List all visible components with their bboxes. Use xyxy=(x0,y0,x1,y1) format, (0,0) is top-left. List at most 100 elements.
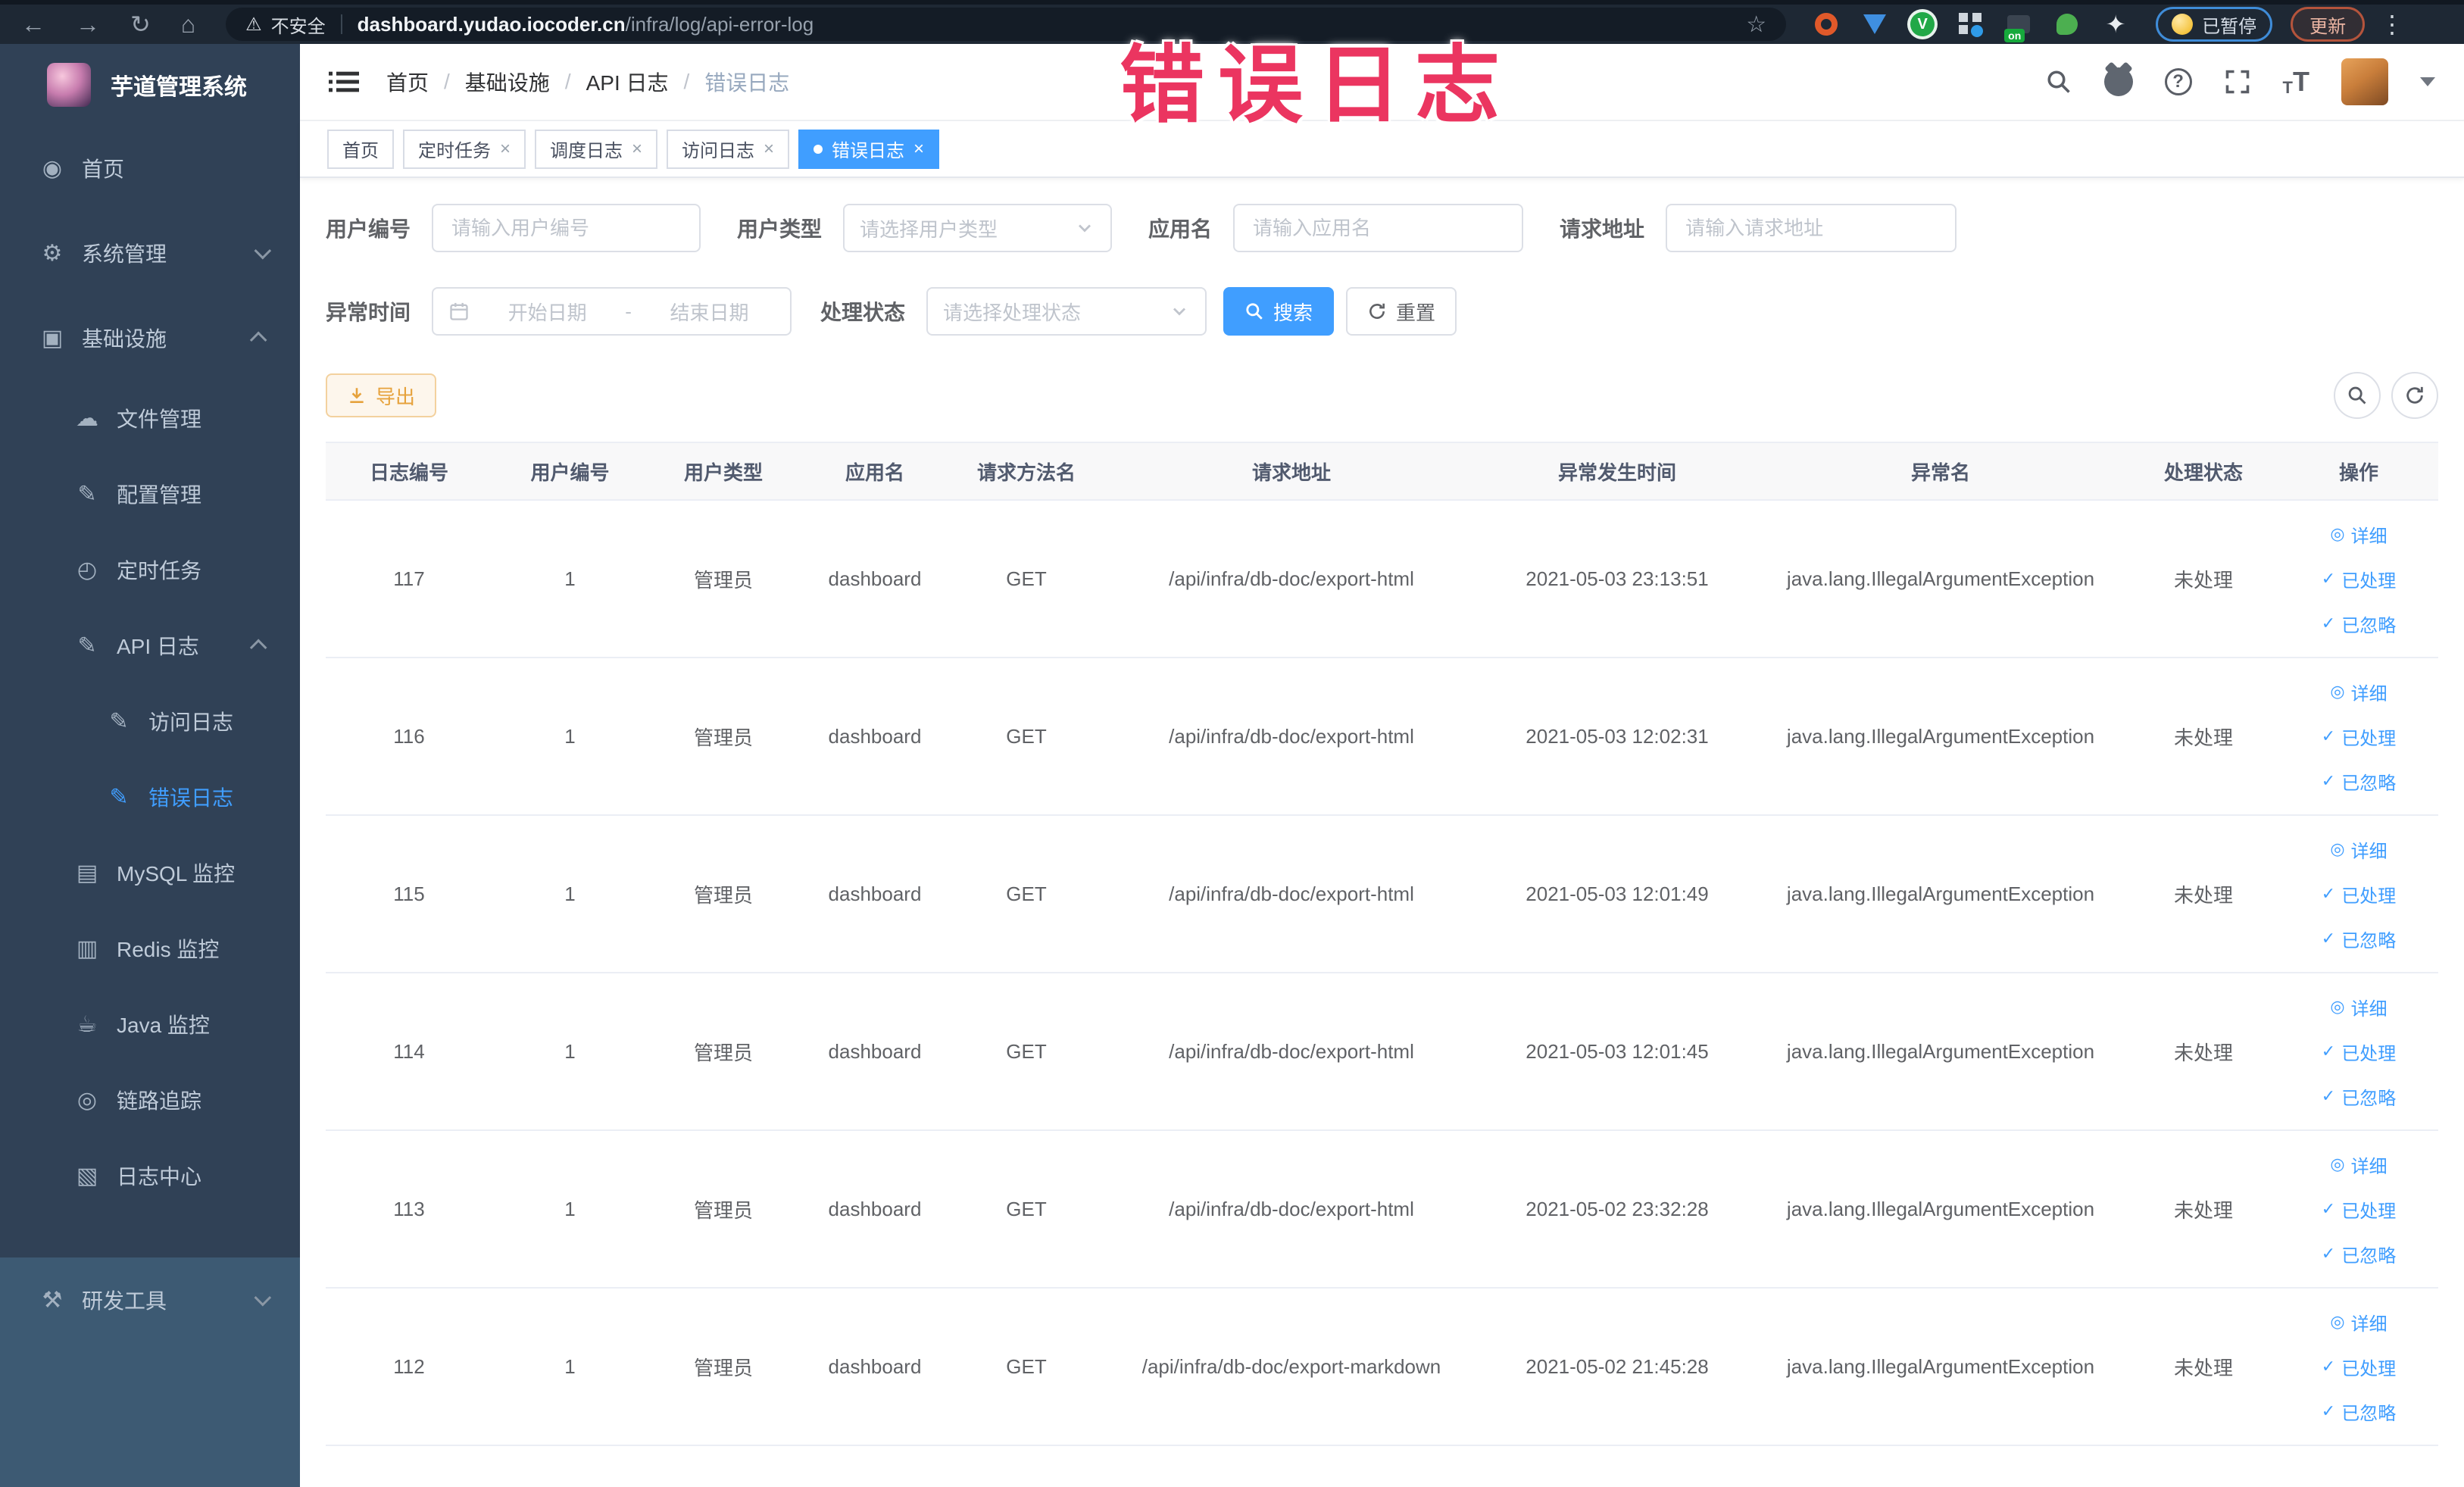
close-icon[interactable]: × xyxy=(764,139,774,158)
sidebar-toggle-icon[interactable] xyxy=(329,69,359,95)
bookmark-star-icon[interactable]: ☆ xyxy=(1746,11,1766,38)
address-bar[interactable]: ⚠ 不安全 dashboard.yudao.iocoder.cn /infra/… xyxy=(226,8,1787,41)
sidebar-item-system-management[interactable]: ⚙ 系统管理 xyxy=(0,211,300,295)
sidebar-item-file-management[interactable]: ☁ 文件管理 xyxy=(0,380,300,456)
tab-error-logs[interactable]: 错误日志 × xyxy=(798,129,940,169)
breadcrumb-infrastructure[interactable]: 基础设施 xyxy=(465,67,550,97)
mark-ignored-link[interactable]: ✓ 已忽略 xyxy=(2322,1083,2396,1110)
breadcrumb-current: 错误日志 xyxy=(704,71,790,95)
export-button[interactable]: 导出 xyxy=(326,373,437,417)
browser-menu-icon[interactable]: ⋮ xyxy=(2380,10,2404,39)
user-id-input[interactable] xyxy=(432,204,701,252)
mark-processed-link[interactable]: ✓ 已处理 xyxy=(2322,566,2396,592)
detail-link[interactable]: ◎ 详细 xyxy=(2330,836,2387,863)
search-button[interactable]: 搜索 xyxy=(1223,287,1335,336)
eye-icon: ◎ xyxy=(2330,997,2345,1016)
tab-home[interactable]: 首页 xyxy=(327,129,394,169)
edit-icon: ✎ xyxy=(77,481,97,507)
browser-reload-icon[interactable]: ↻ xyxy=(130,12,151,36)
refresh-table-button[interactable] xyxy=(2391,372,2438,419)
mark-ignored-link[interactable]: ✓ 已忽略 xyxy=(2322,1398,2396,1425)
exception-time-range-picker[interactable]: 开始日期 - 结束日期 xyxy=(432,287,792,336)
browser-back-icon[interactable]: ← xyxy=(21,12,45,36)
avatar-caret-down-icon[interactable] xyxy=(2420,77,2435,86)
sidebar-item-dev-tools[interactable]: ⚒ 研发工具 xyxy=(0,1257,300,1342)
mark-ignored-link[interactable]: ✓ 已忽略 xyxy=(2322,768,2396,795)
close-icon[interactable]: × xyxy=(913,139,924,158)
detail-link[interactable]: ◎ 详细 xyxy=(2330,994,2387,1020)
font-size-icon[interactable]: TT xyxy=(2283,66,2309,98)
search-icon xyxy=(2348,386,2366,405)
app-logo-row[interactable]: 芋道管理系统 xyxy=(0,44,300,126)
mark-processed-link[interactable]: ✓ 已处理 xyxy=(2322,1354,2396,1380)
breadcrumb-home[interactable]: 首页 xyxy=(386,67,429,97)
help-icon[interactable]: ? xyxy=(2164,68,2192,95)
detail-link[interactable]: ◎ 详细 xyxy=(2330,679,2387,705)
profile-paused-button[interactable]: 已暂停 xyxy=(2156,7,2273,42)
mark-ignored-link[interactable]: ✓ 已忽略 xyxy=(2322,926,2396,952)
reset-button[interactable]: 重置 xyxy=(1346,287,1457,336)
sidebar-item-infrastructure[interactable]: ▣ 基础设施 xyxy=(0,295,300,380)
eye-icon: ◎ xyxy=(77,1087,98,1113)
log-icon: ✎ xyxy=(77,633,97,658)
sidebar-item-scheduled-tasks[interactable]: ◴ 定时任务 xyxy=(0,532,300,608)
github-icon[interactable] xyxy=(2103,67,2133,96)
extension-sprout-icon[interactable] xyxy=(2054,11,2080,37)
browser-home-icon[interactable]: ⌂ xyxy=(181,12,195,36)
detail-link[interactable]: ◎ 详细 xyxy=(2330,1309,2387,1335)
mark-processed-link[interactable]: ✓ 已处理 xyxy=(2322,881,2396,908)
sidebar-item-trace[interactable]: ◎ 链路追踪 xyxy=(0,1062,300,1138)
check-icon: ✓ xyxy=(2321,1401,2336,1420)
security-warning-icon: ⚠ xyxy=(245,14,262,35)
extension-puzzle-icon[interactable]: ✦ xyxy=(2103,11,2128,38)
exception-time-label: 异常时间 xyxy=(326,301,411,324)
mark-processed-link[interactable]: ✓ 已处理 xyxy=(2322,1039,2396,1065)
app-name-input[interactable] xyxy=(1233,204,1524,252)
search-icon[interactable] xyxy=(2045,68,2072,95)
sidebar-item-mysql-monitor[interactable]: ▤ MySQL 监控 xyxy=(0,835,300,911)
sidebar-item-redis-monitor[interactable]: ▥ Redis 监控 xyxy=(0,911,300,986)
check-icon: ✓ xyxy=(2321,569,2336,588)
sidebar-item-java-monitor[interactable]: ☕ Java 监控 xyxy=(0,986,300,1062)
calendar-icon xyxy=(450,302,468,320)
extension-orange-ring-icon[interactable] xyxy=(1813,11,1839,37)
browser-update-button[interactable]: 更新 xyxy=(2291,7,2366,42)
close-icon[interactable]: × xyxy=(500,139,511,158)
mark-processed-link[interactable]: ✓ 已处理 xyxy=(2322,723,2396,750)
sidebar-item-log-center[interactable]: ▧ 日志中心 xyxy=(0,1138,300,1214)
extension-blue-shield-icon[interactable] xyxy=(1862,11,1888,37)
breadcrumb-api-logs[interactable]: API 日志 xyxy=(586,67,669,97)
chevron-up-icon xyxy=(249,331,267,349)
browser-forward-icon[interactable]: → xyxy=(76,12,100,36)
extension-on-switch-icon[interactable]: on xyxy=(2004,11,2031,42)
sidebar-item-access-logs[interactable]: ✎ 访问日志 xyxy=(0,683,300,759)
mark-ignored-link[interactable]: ✓ 已忽略 xyxy=(2322,611,2396,637)
sidebar-item-home[interactable]: ◉ 首页 xyxy=(0,126,300,211)
mark-processed-link[interactable]: ✓ 已处理 xyxy=(2322,1196,2396,1223)
tab-access-logs[interactable]: 访问日志 × xyxy=(667,129,790,169)
fullscreen-icon[interactable] xyxy=(2224,68,2251,95)
toggle-search-button[interactable] xyxy=(2334,372,2381,419)
mark-ignored-link[interactable]: ✓ 已忽略 xyxy=(2322,1241,2396,1267)
detail-link[interactable]: ◎ 详细 xyxy=(2330,1151,2387,1178)
app-name-label: 应用名 xyxy=(1148,217,1213,241)
download-icon xyxy=(350,388,364,403)
process-status-label: 处理状态 xyxy=(820,301,906,324)
request-url-input[interactable] xyxy=(1666,204,1957,252)
process-status-select[interactable]: 请选择处理状态 xyxy=(926,287,1207,336)
timer-icon: ◴ xyxy=(77,557,98,583)
sidebar-item-config-management[interactable]: ✎ 配置管理 xyxy=(0,456,300,532)
extension-grid-icon[interactable] xyxy=(1957,11,1984,37)
filter-row-1: 用户编号 用户类型 请选择用户类型 应用名 请求地址 xyxy=(326,204,2438,252)
tab-schedule-logs[interactable]: 调度日志 × xyxy=(535,129,658,169)
sidebar-item-error-logs[interactable]: ✎ 错误日志 xyxy=(0,759,300,835)
tab-scheduled-tasks[interactable]: 定时任务 × xyxy=(403,129,526,169)
user-type-select[interactable]: 请选择用户类型 xyxy=(843,204,1113,252)
user-avatar[interactable] xyxy=(2341,58,2388,105)
document-icon: ✎ xyxy=(109,708,129,734)
sidebar-item-api-logs[interactable]: ✎ API 日志 xyxy=(0,608,300,683)
detail-link[interactable]: ◎ 详细 xyxy=(2330,521,2387,548)
extension-green-v-icon[interactable]: V xyxy=(1910,12,1935,36)
close-icon[interactable]: × xyxy=(632,139,642,158)
security-label[interactable]: 不安全 xyxy=(271,11,326,38)
